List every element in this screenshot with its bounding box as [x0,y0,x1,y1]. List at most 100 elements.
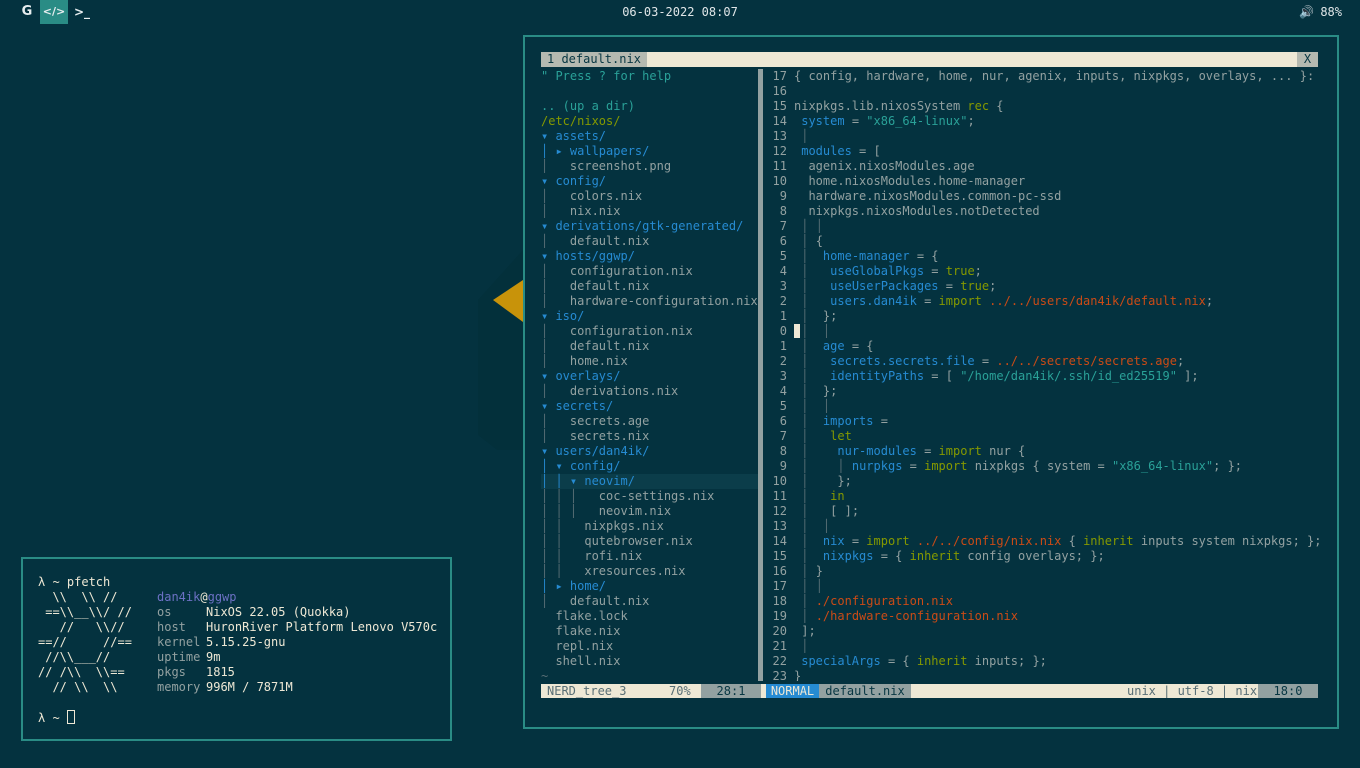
tree-item[interactable]: │ │ │ neovim.nix [541,504,671,519]
tree-item[interactable]: │ secrets.nix [541,429,649,444]
logo-line: ==// //== [38,635,132,649]
tree-item[interactable]: │ ▾ config/ [541,459,620,474]
tree-item[interactable]: │ hardware-configuration.nix [541,294,758,309]
info-value: HuronRiver Platform Lenovo V570c [206,620,438,634]
tree-item[interactable]: ▾ config/ [541,174,606,189]
code-line[interactable]: │ useUserPackages = true; [794,279,996,294]
tree-item[interactable]: │ │ nixpkgs.nix [541,519,664,534]
code-line[interactable]: │ nix = import ../../config/nix.nix { in… [794,534,1320,549]
line-number: 5 [779,249,787,263]
tree-item[interactable]: │ screenshot.png [541,159,671,174]
code-line[interactable]: │ home-manager = { [794,249,938,264]
tree-item[interactable]: │ ▸ home/ [541,579,606,594]
line-number: 15 [772,99,787,113]
code-line[interactable]: │ users.dan4ik = import ../../users/dan4… [794,294,1213,309]
logo-line: ==\\__\\/ // [38,605,132,619]
split-separator[interactable] [758,69,763,681]
code-line[interactable]: nixpkgs.nixosModules.notDetected [794,204,1039,219]
tree-item[interactable]: shell.nix [541,654,620,669]
tree-item[interactable]: │ colors.nix [541,189,642,204]
code-line[interactable]: │ let [794,429,852,444]
tree-item[interactable]: .. (up a dir) [541,99,635,114]
code-line[interactable]: │ }; [794,384,837,399]
prompt-line-2[interactable]: λ ~ [38,710,75,725]
tree-item[interactable]: │ secrets.age [541,414,649,429]
tree-item[interactable]: ▾ users/dan4ik/ [541,444,649,459]
tree-item[interactable]: ▾ assets/ [541,129,606,144]
tree-item[interactable]: │ home.nix [541,354,628,369]
info-value: 9m [206,650,221,664]
tree-item[interactable]: ▾ derivations/gtk-generated/ [541,219,743,234]
pfetch-terminal[interactable]: λ ~ pfetch \\ \\ // ==\\__\\/ // // \\//… [21,557,452,741]
tree-item[interactable]: ▾ overlays/ [541,369,620,384]
close-tab-button[interactable]: X [1297,52,1318,67]
code-line[interactable]: specialArgs = { inherit inputs; }; [794,654,1047,669]
tree-item[interactable]: /etc/nixos/ [541,114,620,129]
code-line[interactable]: │ identityPaths = [ "/home/dan4ik/.ssh/i… [794,369,1198,384]
code-line[interactable]: nixpkgs.lib.nixosSystem rec { [794,99,1004,114]
tree-item[interactable]: │ derivations.nix [541,384,678,399]
line-number: 22 [772,654,787,668]
code-line[interactable]: │ age = { [794,339,873,354]
tree-item[interactable]: flake.lock [541,609,627,624]
code-line[interactable]: home.nixosModules.home-manager [794,174,1025,189]
tab-default-nix[interactable]: 1 default.nix [541,52,647,67]
code-line[interactable]: │ imports = [794,414,888,429]
logo-line: \\ \\ // [38,590,118,604]
code-line[interactable]: │ }; [794,474,852,489]
line-number: 15 [772,549,787,563]
tree-item[interactable]: │ configuration.nix [541,264,693,279]
code-line[interactable]: ]; [794,624,815,639]
tree-item[interactable]: │ │ qutebrowser.nix [541,534,693,549]
code-line[interactable]: │ in [794,489,844,504]
code-line[interactable]: │ }; [794,309,837,324]
tree-item[interactable]: │ default.nix [541,594,649,609]
line-number: 5 [779,399,787,413]
line-number: 10 [772,174,787,188]
code-line[interactable]: modules = [ [794,144,880,159]
info-value: NixOS 22.05 (Quokka) [206,605,351,619]
code-line[interactable]: │ │ [794,579,823,594]
tree-item[interactable]: │ nix.nix [541,204,620,219]
tree-item[interactable]: │ │ ▾ neovim/ [541,474,635,489]
code-line[interactable]: │ { [794,234,823,249]
code-line[interactable]: } [794,669,801,681]
tree-item[interactable]: │ default.nix [541,234,649,249]
code-line[interactable]: │ │ nurpkgs = import nixpkgs { system = … [794,459,1242,474]
code-line[interactable]: │ [794,129,808,144]
tree-item[interactable]: │ default.nix [541,339,649,354]
tree-item[interactable]: flake.nix [541,624,620,639]
tree-item[interactable]: ▾ secrets/ [541,399,613,414]
code-editor[interactable]: 17{ config, hardware, home, nur, agenix,… [765,69,1320,681]
tree-item[interactable]: │ ▸ wallpapers/ [541,144,649,159]
code-line[interactable]: { config, hardware, home, nur, agenix, i… [794,69,1314,84]
code-line[interactable]: │ nur-modules = import nur { [794,444,1025,459]
tree-item[interactable]: │ │ │ coc-settings.nix [541,489,714,504]
code-line[interactable]: │ secrets.secrets.file = ../../secrets/s… [794,354,1184,369]
code-line[interactable]: │ │ [794,399,830,414]
terminal-cursor [66,710,75,724]
code-line[interactable]: │ [ ]; [794,504,859,519]
vim-terminal[interactable]: 1 default.nix X " Press ? for help .. (up… [523,35,1339,729]
code-line[interactable]: hardware.nixosModules.common-pc-ssd [794,189,1061,204]
code-line[interactable]: │ nixpkgs = { inherit config overlays; }… [794,549,1104,564]
volume-icon[interactable]: 🔊 [1299,5,1314,19]
code-line[interactable]: │ } [794,564,823,579]
tree-item[interactable]: │ │ rofi.nix [541,549,642,564]
tree-item[interactable]: repl.nix [541,639,613,654]
tree-item[interactable]: │ configuration.nix [541,324,693,339]
tree-item[interactable]: │ default.nix [541,279,649,294]
tree-item[interactable]: ▾ hosts/ggwp/ [541,249,635,264]
code-line[interactable]: │ ./configuration.nix [794,594,953,609]
code-line[interactable]: │ │ [794,219,823,234]
tree-item[interactable]: ▾ iso/ [541,309,584,324]
logo-line: // \\// [38,620,125,634]
code-line[interactable]: agenix.nixosModules.age [794,159,974,174]
code-line[interactable]: │ ./hardware-configuration.nix [794,609,1018,624]
code-line[interactable]: │ useGlobalPkgs = true; [794,264,982,279]
nerdtree-panel[interactable]: " Press ? for help .. (up a dir)/etc/nixo… [541,69,758,681]
tree-item[interactable]: │ │ xresources.nix [541,564,686,579]
code-line[interactable]: │ [794,639,808,654]
code-line[interactable]: system = "x86_64-linux"; [794,114,974,129]
code-line[interactable]: │ │ [794,519,830,534]
